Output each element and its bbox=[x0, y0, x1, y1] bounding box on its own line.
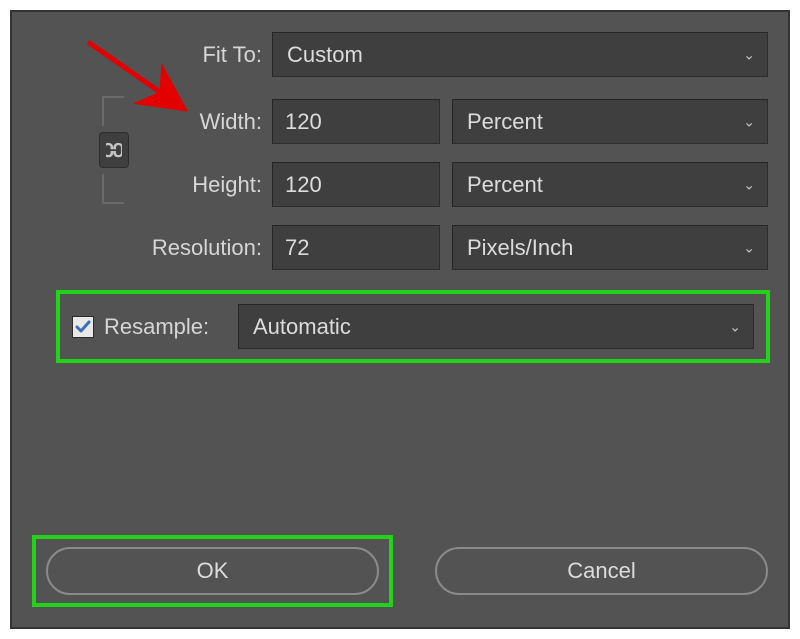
chevron-down-icon: ⌄ bbox=[729, 318, 741, 335]
fit-to-label: Fit To: bbox=[32, 42, 272, 68]
height-label: Height: bbox=[32, 172, 272, 198]
check-icon bbox=[75, 319, 91, 335]
resolution-unit-select[interactable]: Pixels/Inch ⌄ bbox=[452, 225, 768, 270]
resample-label: Resample: bbox=[104, 314, 222, 340]
resolution-label: Resolution: bbox=[32, 235, 272, 261]
chevron-down-icon: ⌄ bbox=[743, 176, 755, 193]
resolution-row: Resolution: Pixels/Inch ⌄ bbox=[32, 225, 768, 270]
button-bar: OK Cancel bbox=[32, 535, 768, 607]
height-unit-select[interactable]: Percent ⌄ bbox=[452, 162, 768, 207]
width-input[interactable] bbox=[272, 99, 440, 144]
cancel-button-label: Cancel bbox=[567, 558, 635, 584]
resolution-unit-value: Pixels/Inch bbox=[467, 235, 573, 261]
cancel-wrap: Cancel bbox=[435, 535, 768, 607]
height-unit-value: Percent bbox=[467, 172, 543, 198]
chevron-down-icon: ⌄ bbox=[743, 239, 755, 256]
image-size-dialog: Fit To: Custom ⌄ Width: Per bbox=[14, 14, 786, 625]
width-label: Width: bbox=[32, 109, 272, 135]
resolution-input[interactable] bbox=[272, 225, 440, 270]
resample-row-highlight: Resample: Automatic ⌄ bbox=[56, 290, 770, 363]
resample-checkbox[interactable] bbox=[72, 316, 94, 338]
chevron-down-icon: ⌄ bbox=[743, 46, 755, 63]
resample-value: Automatic bbox=[253, 314, 351, 340]
width-row: Width: Percent ⌄ bbox=[32, 99, 768, 144]
chevron-down-icon: ⌄ bbox=[743, 113, 755, 130]
fit-to-value: Custom bbox=[287, 42, 363, 68]
cancel-button[interactable]: Cancel bbox=[435, 547, 768, 595]
fit-to-select[interactable]: Custom ⌄ bbox=[272, 32, 768, 77]
resample-select[interactable]: Automatic ⌄ bbox=[238, 304, 754, 349]
fit-to-row: Fit To: Custom ⌄ bbox=[32, 32, 768, 77]
ok-button-label: OK bbox=[197, 558, 229, 584]
ok-highlight: OK bbox=[32, 535, 393, 607]
dialog-frame: Fit To: Custom ⌄ Width: Per bbox=[10, 10, 790, 629]
ok-button[interactable]: OK bbox=[46, 547, 379, 595]
height-row: Height: Percent ⌄ bbox=[32, 162, 768, 207]
width-unit-value: Percent bbox=[467, 109, 543, 135]
width-unit-select[interactable]: Percent ⌄ bbox=[452, 99, 768, 144]
height-input[interactable] bbox=[272, 162, 440, 207]
